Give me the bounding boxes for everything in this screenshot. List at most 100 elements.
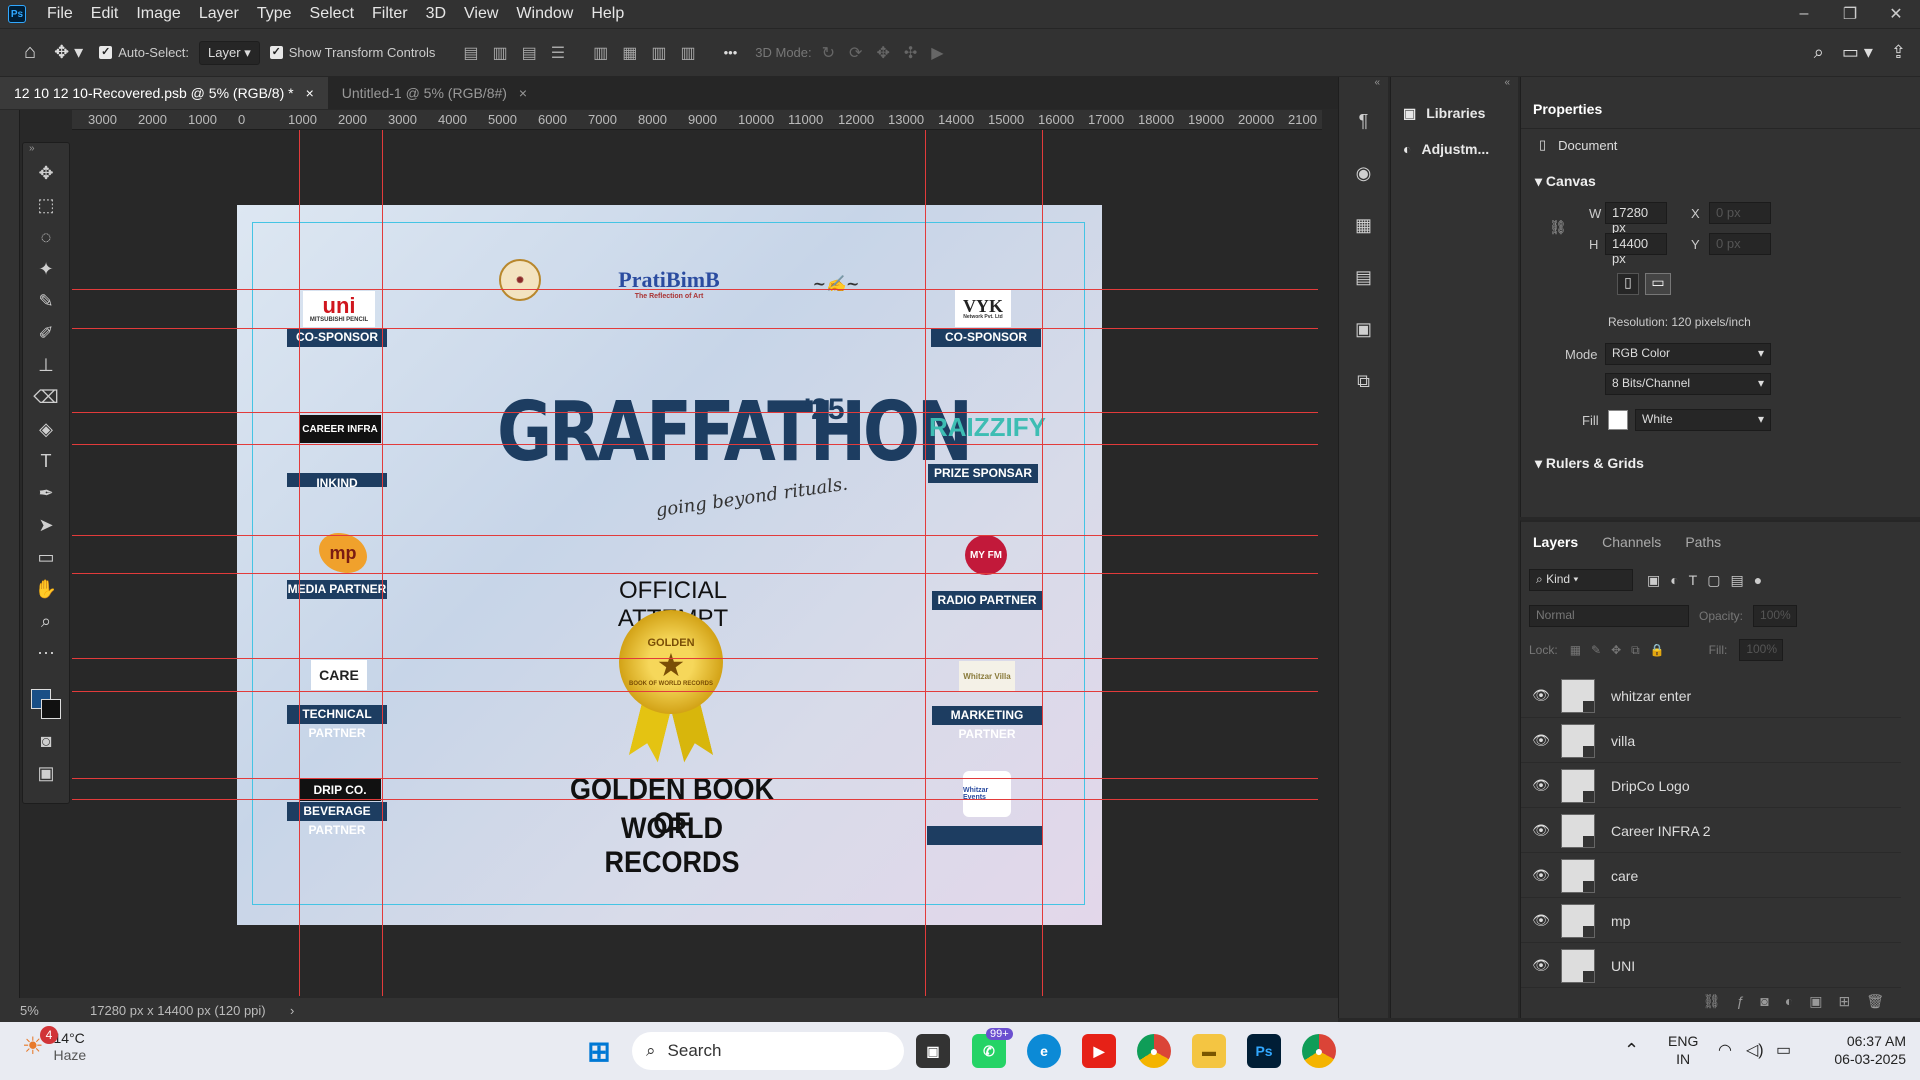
link-icon[interactable]: ⛓ [1549, 219, 1567, 236]
move-tool[interactable]: ✥ [23, 157, 69, 189]
task-view-icon[interactable]: ▣ [916, 1034, 950, 1068]
tab-paths[interactable]: Paths [1685, 534, 1721, 550]
menu-image[interactable]: Image [127, 5, 189, 23]
horizontal-ruler[interactable]: 3000 2000 1000 0 1000 2000 3000 4000 5000 6000 700… [72, 110, 1322, 130]
tab-recovered[interactable]: 12 10 12 10-Recovered.psb @ 5% (RGB/8) *… [0, 77, 328, 109]
status-menu-arrow[interactable]: › [290, 1003, 294, 1018]
tab-layers[interactable]: Layers [1533, 534, 1578, 550]
filter-icons[interactable]: ▣◐T▢▤● [1647, 572, 1772, 589]
menu-edit[interactable]: Edit [82, 5, 128, 23]
collapse-icon[interactable]: « [1339, 77, 1388, 95]
fill-dropdown[interactable]: White ▾ [1635, 409, 1771, 431]
brush-tool[interactable]: ✐ [23, 317, 69, 349]
eye-icon[interactable]: 👁 [1521, 687, 1561, 704]
restore-button[interactable]: ❐ [1836, 4, 1864, 24]
mode-dropdown[interactable]: RGB Color ▾ [1605, 343, 1771, 365]
more-tools-icon[interactable]: ⋯ [23, 637, 69, 669]
layer-row[interactable]: 👁 care [1521, 854, 1901, 898]
timeline-icon[interactable]: ⧉ [1339, 355, 1388, 407]
rectangle-tool[interactable]: ▭ [23, 541, 69, 573]
rulers-grids-section[interactable]: ▾ Rulers & Grids [1521, 443, 1658, 478]
guide-vertical[interactable] [1042, 130, 1043, 996]
layer-row[interactable]: 👁 Career INFRA 2 [1521, 809, 1901, 853]
more-options-button[interactable]: ••• [724, 45, 738, 60]
close-tab-icon[interactable]: × [306, 85, 314, 101]
lasso-tool[interactable]: ◌ [23, 221, 69, 253]
collapse-icon[interactable]: « [1391, 77, 1518, 95]
chrome-icon[interactable]: ● [1137, 1034, 1171, 1068]
volume-icon[interactable]: ◁) [1746, 1040, 1764, 1060]
eye-icon[interactable]: 👁 [1521, 777, 1561, 794]
menu-filter[interactable]: Filter [363, 5, 417, 23]
youtube-icon[interactable]: ▶ [1082, 1034, 1116, 1068]
histogram-icon[interactable]: ▦ [1339, 199, 1388, 251]
menu-type[interactable]: Type [248, 5, 301, 23]
guide-horizontal[interactable] [72, 412, 1318, 413]
table-icon[interactable]: ▤ [1339, 251, 1388, 303]
hand-tool[interactable]: ✋ [23, 573, 69, 605]
align-middle-icon[interactable]: ▦ [622, 43, 637, 63]
battery-icon[interactable]: ▭ [1776, 1040, 1791, 1060]
chrome-profile-icon[interactable]: ● [1302, 1034, 1336, 1068]
background-color[interactable] [41, 699, 61, 719]
photoshop-taskbar-icon[interactable]: Ps [1247, 1034, 1281, 1068]
start-icon[interactable]: ⊞ [582, 1034, 616, 1068]
distribute-icon[interactable]: ☰ [551, 43, 565, 63]
portrait-icon[interactable]: ▯ [1617, 273, 1639, 295]
auto-select-checkbox[interactable]: ✓ [99, 46, 113, 59]
align-bottom-icon[interactable]: ▥ [651, 43, 666, 63]
layer-row[interactable]: 👁 UNI [1521, 944, 1901, 988]
eye-icon[interactable]: 👁 [1521, 732, 1561, 749]
guide-horizontal[interactable] [72, 799, 1318, 800]
fill-swatch[interactable] [1608, 410, 1628, 430]
layer-row[interactable]: 👁 whitzar enter [1521, 674, 1901, 718]
menu-view[interactable]: View [455, 5, 507, 23]
share-icon[interactable]: ⇪ [1891, 42, 1906, 63]
align-top-icon[interactable]: ▥ [593, 43, 608, 63]
eye-icon[interactable]: 👁 [1521, 957, 1561, 974]
language-indicator[interactable]: ENG IN [1668, 1032, 1698, 1068]
guide-horizontal[interactable] [72, 778, 1318, 779]
lock-icons[interactable]: ▦✎✥⧉🔒 [1570, 643, 1675, 658]
taskbar-search[interactable]: ⌕ Search [632, 1032, 904, 1070]
vertical-ruler[interactable] [0, 110, 20, 998]
distribute-v-icon[interactable]: ▥ [680, 43, 695, 63]
tab-channels[interactable]: Channels [1602, 534, 1661, 550]
file-explorer-icon[interactable]: ▬ [1192, 1034, 1226, 1068]
guide-horizontal[interactable] [72, 535, 1318, 536]
zoom-level[interactable]: 5% [20, 1003, 90, 1018]
screen-mode-icon[interactable]: ▣ [23, 757, 69, 789]
align-right-icon[interactable]: ▤ [522, 43, 537, 63]
menu-file[interactable]: File [38, 5, 82, 23]
layers-footer-icons[interactable]: ⛓ƒ◙◐▣⊞🗑 [1703, 993, 1900, 1010]
guide-horizontal[interactable] [72, 691, 1318, 692]
align-icons[interactable]: ▤ ▥ ▤ ☰ ▥ ▦ ▥ ▥ [463, 43, 695, 63]
guide-horizontal[interactable] [72, 573, 1318, 574]
canvas-section[interactable]: ▾ Canvas [1521, 161, 1920, 196]
paragraph-icon[interactable]: ¶ [1339, 95, 1388, 147]
tray-expand-icon[interactable]: ⌃ [1624, 1040, 1639, 1061]
bits-dropdown[interactable]: 8 Bits/Channel ▾ [1605, 373, 1771, 395]
kind-filter-dropdown[interactable]: ⌕ Kind ▾ [1529, 569, 1633, 591]
pen-tool[interactable]: ✒ [23, 477, 69, 509]
menu-select[interactable]: Select [301, 5, 363, 23]
align-left-icon[interactable]: ▤ [463, 43, 478, 63]
menu-3d[interactable]: 3D [417, 5, 455, 23]
guide-horizontal[interactable] [72, 444, 1318, 445]
tab-untitled[interactable]: Untitled-1 @ 5% (RGB/8#) × [328, 77, 541, 109]
color-swatches[interactable] [23, 669, 69, 725]
menu-help[interactable]: Help [582, 5, 633, 23]
libraries-button[interactable]: ▣ Libraries [1391, 95, 1518, 131]
layer-row[interactable]: 👁 DripCo Logo [1521, 764, 1901, 808]
eye-icon[interactable]: 👁 [1521, 867, 1561, 884]
guide-vertical[interactable] [299, 130, 300, 996]
gradient-icon[interactable]: ▣ [1339, 303, 1388, 355]
stamp-tool[interactable]: ⊥ [23, 349, 69, 381]
auto-select-dropdown[interactable]: Layer ▾ [199, 40, 260, 65]
layer-row[interactable]: 👁 villa [1521, 719, 1901, 763]
workspace-icon[interactable]: ▭ ▾ [1842, 42, 1873, 63]
width-field[interactable]: 17280 px [1605, 202, 1667, 235]
clock[interactable]: 06:37 AM 06-03-2025 [1812, 1032, 1906, 1068]
quick-mask-icon[interactable]: ◙ [23, 725, 69, 757]
align-center-icon[interactable]: ▥ [493, 43, 508, 63]
